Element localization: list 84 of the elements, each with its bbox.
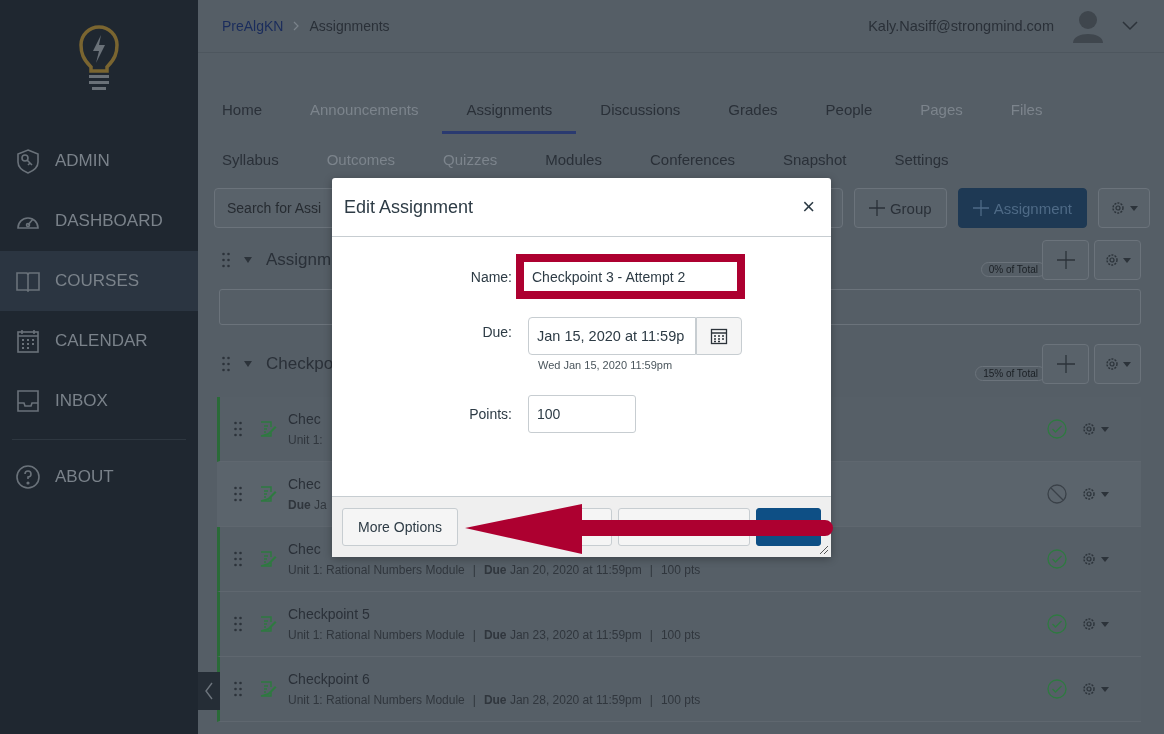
caret-down-icon: [1101, 491, 1109, 497]
published-check-icon[interactable]: [1047, 549, 1067, 569]
help-icon: [15, 464, 41, 490]
chevron-down-icon[interactable]: [1122, 21, 1138, 31]
caret-down-icon[interactable]: [244, 257, 252, 263]
breadcrumb-link[interactable]: PreAlgKN: [222, 18, 284, 34]
settings-button[interactable]: [1081, 551, 1109, 567]
gear-icon: [1081, 486, 1097, 502]
published-check-icon[interactable]: [1047, 614, 1067, 634]
drag-handle-icon[interactable]: [234, 616, 242, 632]
chevron-right-icon: [292, 21, 301, 31]
caret-down-icon: [1101, 426, 1109, 432]
calendar-button[interactable]: [696, 317, 742, 355]
avatar-icon[interactable]: [1072, 9, 1104, 43]
calendar-icon: [710, 327, 728, 345]
assignment-detail: |: [472, 563, 476, 577]
add-button[interactable]: [1042, 240, 1089, 280]
plus-icon: [1056, 355, 1075, 373]
plus-icon: [972, 200, 989, 216]
plus-icon: [1056, 251, 1075, 269]
gear-icon: [1081, 616, 1097, 632]
chevron-left-icon: [204, 682, 214, 700]
assignment-detail: |: [472, 693, 476, 707]
points-field[interactable]: 100: [528, 395, 636, 433]
settings-button[interactable]: [1094, 344, 1141, 384]
caret-down-icon[interactable]: [244, 361, 252, 367]
plus-icon: [868, 200, 885, 216]
settings-button[interactable]: [1094, 240, 1141, 280]
sidebar-item[interactable]: COURSES: [0, 251, 198, 311]
drag-handle-icon[interactable]: [234, 551, 242, 567]
assignment-detail: |: [649, 693, 653, 707]
gear-icon: [1110, 200, 1126, 216]
caret-down-icon: [1101, 621, 1109, 627]
gear-icon: [1081, 421, 1097, 437]
sidebar-item[interactable]: CALENDAR: [0, 311, 198, 371]
drag-handle-icon[interactable]: [234, 486, 242, 502]
drag-handle-icon[interactable]: [222, 356, 230, 372]
sidebar-item[interactable]: ABOUT: [0, 447, 198, 507]
assignment-icon: [259, 680, 277, 698]
dialog-title: Edit Assignment: [344, 196, 474, 218]
caret-down-icon: [1101, 556, 1109, 562]
due-date-hint: Wed Jan 15, 2020 11:59pm: [538, 359, 673, 371]
assignment-icon: [259, 615, 277, 633]
settings-button[interactable]: [1081, 421, 1109, 437]
caret-down-icon: [1101, 686, 1109, 692]
published-check-icon[interactable]: [1047, 419, 1067, 439]
sidebar-item[interactable]: ADMIN: [0, 131, 198, 191]
gear-icon: [1104, 252, 1120, 268]
caret-down-icon: [1123, 257, 1131, 263]
resize-grip-icon[interactable]: [819, 545, 829, 555]
shield-icon: [15, 148, 41, 174]
gear-icon: [1081, 681, 1097, 697]
caret-down-icon: [1130, 205, 1138, 211]
sidebar-item[interactable]: INBOX: [0, 371, 198, 431]
close-button[interactable]: ×: [802, 196, 815, 218]
field-label: Name:: [469, 268, 512, 285]
gear-icon: [1081, 551, 1097, 567]
sidebar-item[interactable]: DASHBOARD: [0, 191, 198, 251]
field-label: Due:: [481, 323, 512, 340]
assignment-icon: [259, 550, 277, 568]
calendar-icon: [15, 328, 41, 354]
more-options-button[interactable]: More Options: [342, 508, 459, 546]
drag-handle-icon[interactable]: [234, 681, 242, 697]
settings-button[interactable]: [1081, 616, 1109, 632]
caret-down-icon: [1123, 361, 1131, 367]
due-date-field[interactable]: Jan 15, 2020 at 11:59p: [528, 317, 696, 355]
unpublished-icon[interactable]: [1047, 484, 1067, 504]
name-field[interactable]: Checkpoint 3 - Attempt 2: [524, 262, 737, 291]
add-button[interactable]: [1042, 344, 1089, 384]
drag-handle-icon[interactable]: [234, 421, 242, 437]
settings-button[interactable]: [1098, 188, 1150, 228]
published-check-icon[interactable]: [1047, 679, 1067, 699]
assignment-icon: [259, 420, 277, 438]
settings-button[interactable]: [1081, 486, 1109, 502]
assignment-detail: |: [472, 628, 476, 642]
collapse-sidebar-button[interactable]: [198, 672, 220, 710]
field-label: Points:: [468, 406, 512, 422]
assignment-detail: |: [649, 563, 653, 577]
settings-button[interactable]: [1081, 681, 1109, 697]
gear-icon: [1104, 356, 1120, 372]
assignment-icon: [259, 485, 277, 503]
assignment-detail: |: [649, 628, 653, 642]
drag-handle-icon[interactable]: [222, 252, 230, 268]
inbox-icon: [15, 388, 41, 414]
